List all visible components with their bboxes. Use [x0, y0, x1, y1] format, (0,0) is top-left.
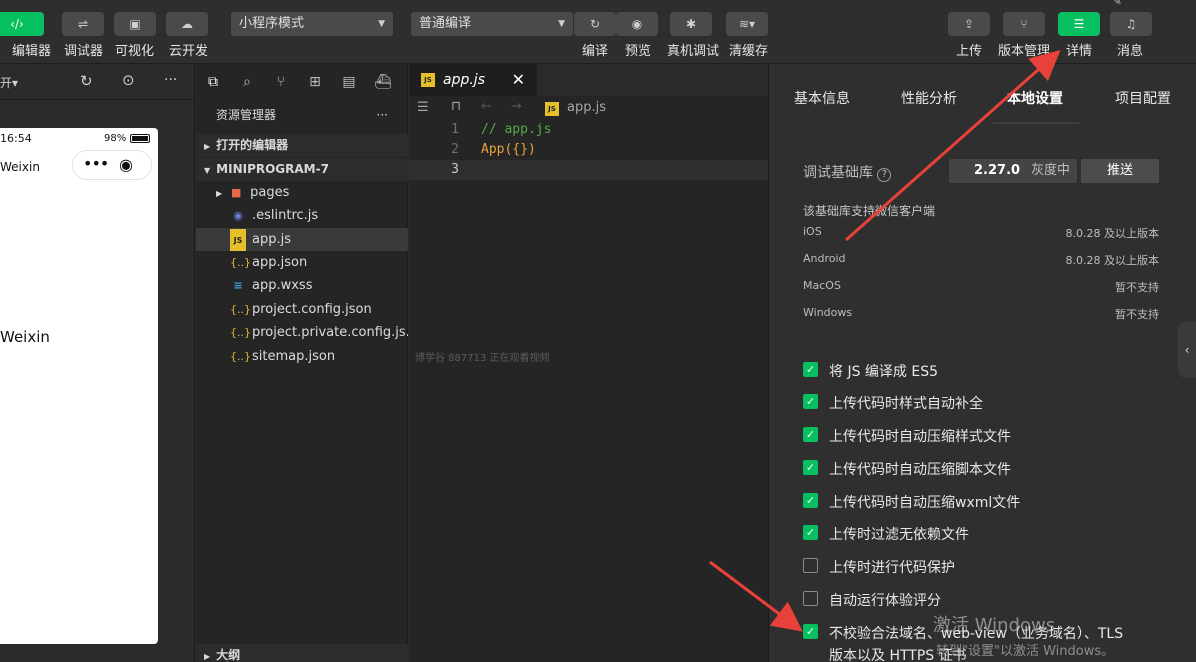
annotation-arrows	[709, 50, 1061, 632]
activation-watermark: 激活 Windows	[933, 615, 1056, 636]
arrow-to-details	[845, 50, 1061, 242]
arrow-to-domain-option	[709, 560, 803, 632]
activation-watermark-sub: 转到"设置"以激活 Windows。	[936, 644, 1115, 659]
